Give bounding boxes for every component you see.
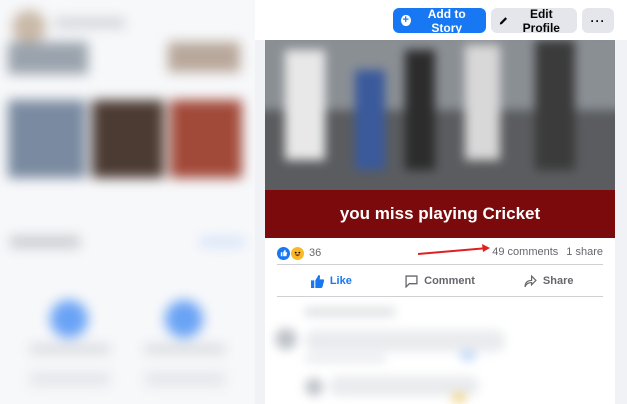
add-to-story-button[interactable]: + Add to Story [393, 6, 486, 35]
comment-button[interactable]: Comment [386, 268, 495, 294]
edit-profile-button[interactable]: Edit Profile [491, 6, 577, 35]
haha-reaction-icon [290, 245, 305, 261]
add-to-story-label: Add to Story [427, 6, 466, 35]
more-icon: ··· [590, 13, 606, 28]
like-reaction-icon [277, 246, 290, 260]
divider [277, 296, 603, 297]
more-options-button[interactable]: ··· [582, 8, 614, 33]
thumbs-up-icon [310, 274, 324, 288]
share-icon [524, 274, 537, 287]
post-card: you miss playing Cricket 36 49 comments … [265, 40, 615, 404]
reaction-count: 36 [309, 247, 322, 259]
comment-icon [405, 274, 418, 288]
divider [277, 264, 603, 265]
left-column-blurred [0, 0, 255, 404]
like-label: Like [329, 275, 352, 287]
edit-profile-label: Edit Profile [522, 6, 560, 35]
comments-section-blurred [265, 298, 615, 404]
post-actions: Like Comment Share [277, 268, 603, 294]
share-label: Share [542, 275, 574, 287]
comment-label: Comment [424, 275, 475, 287]
post-caption: you miss playing Cricket [339, 204, 541, 223]
post-stats: 49 comments 1 share [492, 246, 603, 258]
caption-banner: you miss playing Cricket [265, 190, 615, 238]
pencil-icon [499, 17, 508, 25]
comments-count-link[interactable]: 49 comments [492, 246, 558, 258]
annotation-arrow [418, 244, 490, 255]
reaction-summary[interactable]: 36 [277, 245, 321, 261]
post-photo[interactable] [265, 40, 615, 190]
share-button[interactable]: Share [494, 268, 603, 294]
profile-action-bar: + Add to Story Edit Profile ··· [255, 0, 627, 40]
shares-count-link[interactable]: 1 share [566, 246, 603, 258]
like-button[interactable]: Like [277, 268, 386, 294]
plus-circle-icon: + [401, 14, 411, 26]
